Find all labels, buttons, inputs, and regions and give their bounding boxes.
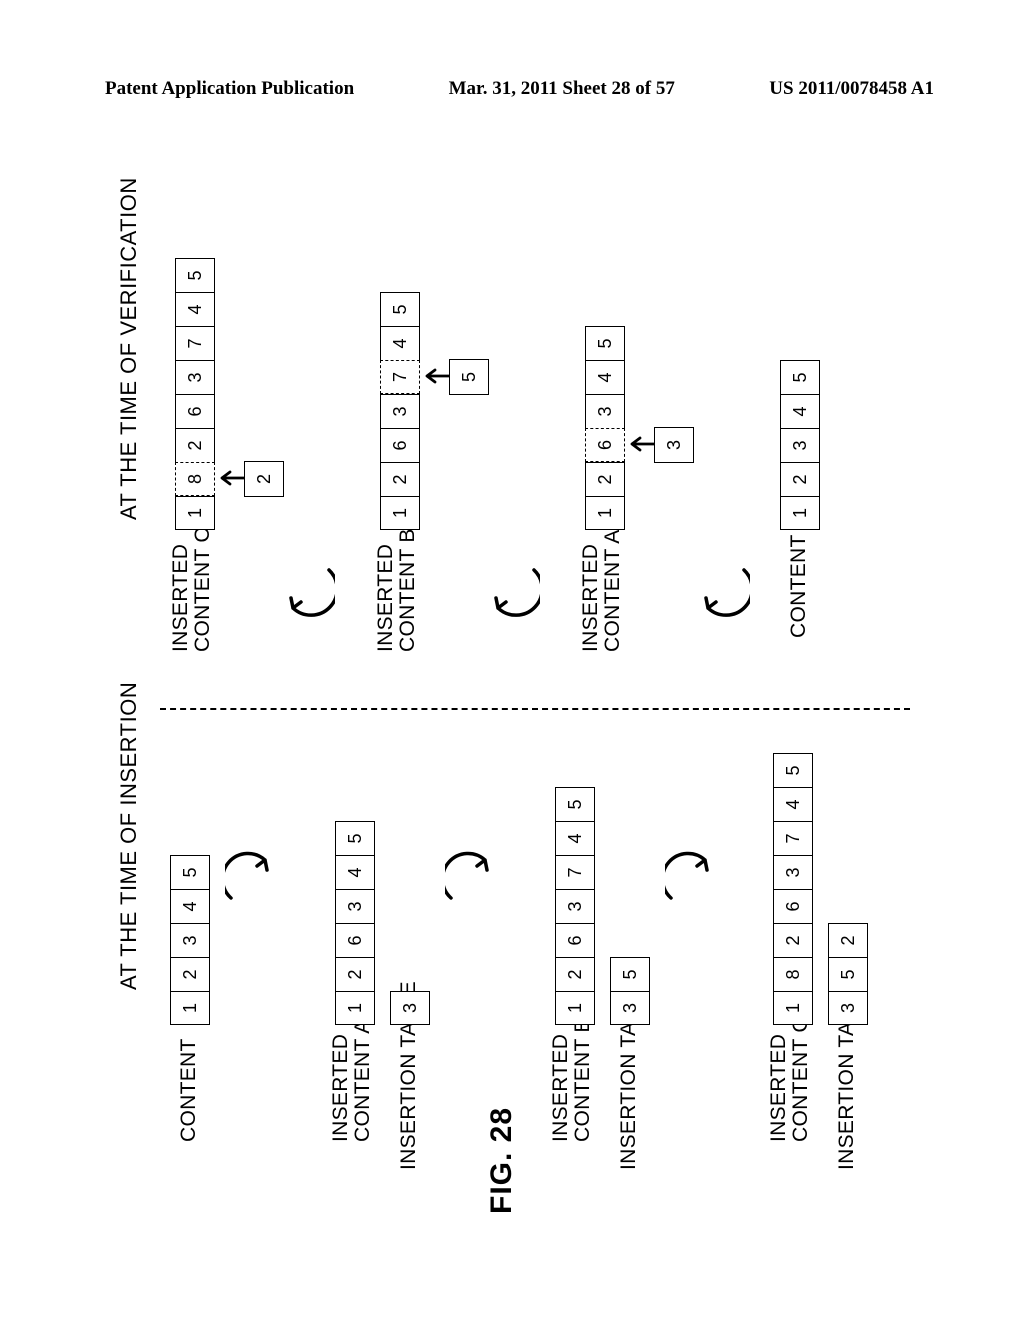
cell: 5 bbox=[380, 292, 420, 326]
left-row-a-cells: 126345 bbox=[335, 821, 375, 1025]
cell: 7 bbox=[175, 326, 215, 360]
cell: 6 bbox=[335, 923, 375, 957]
cell: 4 bbox=[380, 326, 420, 360]
right-row-a-cells: 126345 bbox=[585, 326, 625, 530]
header-right: US 2011/0078458 A1 bbox=[769, 78, 934, 100]
cell: 1 bbox=[585, 496, 625, 530]
header-center: Mar. 31, 2011 Sheet 28 of 57 bbox=[449, 78, 675, 100]
cell: 4 bbox=[175, 292, 215, 326]
cell: 6 bbox=[380, 428, 420, 462]
cell: 2 bbox=[828, 923, 868, 957]
figure-area: FIG. 28 AT THE TIME OF INSERTION AT THE … bbox=[100, 140, 920, 1260]
arrow-down-3 bbox=[665, 850, 725, 910]
cell: 3 bbox=[828, 991, 868, 1025]
cell: 5 bbox=[175, 258, 215, 292]
cell: 5 bbox=[828, 957, 868, 991]
cell: 2 bbox=[335, 957, 375, 991]
right-row-c-cells: 18263745 bbox=[175, 258, 215, 530]
cell: 5 bbox=[780, 360, 820, 394]
right-column-title: AT THE TIME OF VERIFICATION bbox=[116, 177, 142, 520]
cell: 3 bbox=[170, 923, 210, 957]
right-row-c-under: 2 bbox=[244, 461, 284, 497]
label-content-left: CONTENT bbox=[178, 1038, 200, 1142]
cell: 5 bbox=[585, 326, 625, 360]
cell: 3 bbox=[555, 889, 595, 923]
figure-label: FIG. 28 bbox=[485, 1107, 519, 1214]
right-row-b-under: 5 bbox=[449, 359, 489, 395]
vertical-divider bbox=[160, 708, 910, 710]
cell: 6 bbox=[555, 923, 595, 957]
page-header: Patent Application Publication Mar. 31, … bbox=[0, 78, 1024, 100]
cell: 4 bbox=[170, 889, 210, 923]
cell: 1 bbox=[335, 991, 375, 1025]
cell: 1 bbox=[555, 991, 595, 1025]
left-row-c-tbl: 352 bbox=[828, 923, 868, 1025]
cell: 2 bbox=[773, 923, 813, 957]
cell: 1 bbox=[380, 496, 420, 530]
left-row-a-tbl: 3 bbox=[390, 991, 430, 1025]
right-content-cells: 12345 bbox=[780, 360, 820, 530]
arrow-up-pair-3 bbox=[690, 560, 750, 620]
cell: 4 bbox=[585, 360, 625, 394]
cell: 3 bbox=[780, 428, 820, 462]
right-row-b-cells: 1263745 bbox=[380, 292, 420, 530]
left-row-b-tbl: 35 bbox=[610, 957, 650, 1025]
cell: 6 bbox=[773, 889, 813, 923]
arrow-up-b bbox=[421, 366, 451, 386]
cell: 4 bbox=[335, 855, 375, 889]
cell: 3 bbox=[335, 889, 375, 923]
cell: 3 bbox=[773, 855, 813, 889]
left-row-b-cells: 1263745 bbox=[555, 787, 595, 1025]
label-inserted-c-right: INSERTED CONTENT C bbox=[170, 527, 214, 652]
label-inserted-a-left: INSERTED CONTENT A bbox=[330, 1020, 374, 1143]
left-row-c-cells: 18263745 bbox=[773, 753, 813, 1025]
cell: 1 bbox=[780, 496, 820, 530]
left-column-title: AT THE TIME OF INSERTION bbox=[116, 682, 142, 990]
cell: 3 bbox=[380, 394, 420, 428]
cell: 3 bbox=[175, 360, 215, 394]
cell: 5 bbox=[610, 957, 650, 991]
cell: 3 bbox=[390, 991, 430, 1025]
header-left: Patent Application Publication bbox=[105, 78, 354, 100]
cell: 1 bbox=[175, 496, 215, 530]
left-content-cells: 12345 bbox=[170, 855, 210, 1025]
cell: 1 bbox=[170, 991, 210, 1025]
arrow-up-pair-2 bbox=[480, 560, 540, 620]
cell: 6 bbox=[585, 428, 625, 462]
label-inserted-a-right: INSERTED CONTENT A bbox=[580, 530, 624, 653]
cell: 6 bbox=[175, 394, 215, 428]
cell: 4 bbox=[555, 821, 595, 855]
arrow-up-c bbox=[216, 468, 246, 488]
cell: 5 bbox=[170, 855, 210, 889]
cell: 8 bbox=[773, 957, 813, 991]
cell: 7 bbox=[380, 360, 420, 394]
label-content-right: CONTENT bbox=[788, 534, 810, 638]
arrow-down-1 bbox=[225, 850, 285, 910]
label-inserted-c-left: INSERTED CONTENT C bbox=[768, 1017, 812, 1142]
cell: 1 bbox=[773, 991, 813, 1025]
cell: 7 bbox=[773, 821, 813, 855]
cell: 2 bbox=[170, 957, 210, 991]
cell: 4 bbox=[773, 787, 813, 821]
cell: 5 bbox=[555, 787, 595, 821]
cell: 5 bbox=[335, 821, 375, 855]
cell: 2 bbox=[585, 462, 625, 496]
cell: 8 bbox=[175, 462, 215, 496]
arrow-up-pair-1 bbox=[275, 560, 335, 620]
cell: 2 bbox=[555, 957, 595, 991]
label-inserted-b-left: INSERTED CONTENT B bbox=[550, 1018, 594, 1142]
cell: 2 bbox=[380, 462, 420, 496]
arrow-down-2 bbox=[445, 850, 505, 910]
right-row-a-under: 3 bbox=[654, 427, 694, 463]
cell: 5 bbox=[773, 753, 813, 787]
cell: 2 bbox=[175, 428, 215, 462]
cell: 7 bbox=[555, 855, 595, 889]
arrow-up-a bbox=[626, 434, 656, 454]
cell: 3 bbox=[585, 394, 625, 428]
cell: 4 bbox=[780, 394, 820, 428]
rotated-stage: FIG. 28 AT THE TIME OF INSERTION AT THE … bbox=[100, 140, 920, 1260]
cell: 3 bbox=[610, 991, 650, 1025]
cell: 2 bbox=[780, 462, 820, 496]
label-inserted-b-right: INSERTED CONTENT B bbox=[375, 528, 419, 652]
